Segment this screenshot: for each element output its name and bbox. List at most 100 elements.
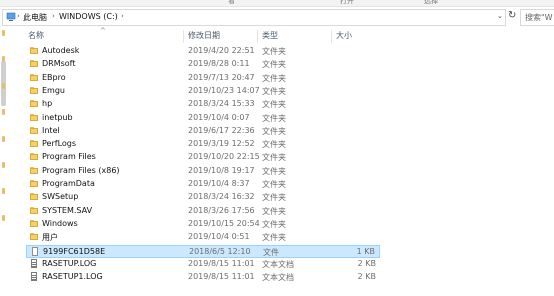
file-name: SYSTEM.SAV [42,205,93,215]
address-history-dropdown[interactable]: ⌄ [497,12,503,20]
address-bar[interactable]: › 此电脑 › WINDOWS (C:) › ⌄ [2,9,506,26]
list-item[interactable]: Emgu 2019/10/23 14:07 文件夹 [26,85,380,98]
file-type: 文件夹 [262,206,286,216]
ribbon-strip: 看 打开 选择 [0,0,554,7]
file-name: inetpub [42,112,73,122]
file-type: 文件夹 [262,113,286,123]
column-header-size[interactable]: 大小 [336,30,352,43]
list-item[interactable]: RASETUP1.LOG 2019/8/15 11:01 文本文档 2 KB [26,271,380,284]
folder-icon [30,180,38,187]
modified-date: 2019/3/19 12:52 [188,139,255,149]
ribbon-label[interactable]: 看 [228,0,235,6]
file-type: 文件夹 [262,86,286,96]
folder-icon [30,206,38,214]
list-item[interactable]: inetpub 2019/10/4 0:07 文件夹 [26,112,380,125]
file-size: 1 KB [356,246,375,256]
breadcrumb-drive-c[interactable]: WINDOWS (C:) [59,12,118,21]
nav-folder-icon[interactable] [2,162,5,168]
list-item[interactable]: Intel 2019/6/17 22:36 文件夹 [26,125,380,138]
folder-icon [30,86,38,94]
folder-icon [30,126,38,134]
file-type: 文件夹 [262,73,286,83]
modified-date: 2019/10/23 14:07 [188,85,260,95]
nav-folder-icon[interactable] [2,56,5,62]
nav-folder-icon[interactable] [2,188,5,194]
folder-icon [30,47,38,54]
ribbon-label[interactable]: 选择 [424,0,438,6]
list-item[interactable]: hp 2018/3/24 15:33 文件夹 [26,98,380,111]
list-item[interactable]: SYSTEM.SAV 2018/3/26 17:56 文件夹 [26,205,380,218]
file-name: EBpro [42,72,66,82]
file-name: Intel [42,125,60,135]
file-name: DRMsoft [42,59,76,69]
file-type: 文本文档 [262,259,294,269]
file-name: Emgu [42,85,65,95]
column-header-date[interactable]: 修改日期 [188,30,220,43]
list-item[interactable]: PerfLogs 2019/3/19 12:52 文件夹 [26,138,380,151]
file-type: 文件夹 [262,166,286,176]
chevron-right-icon[interactable]: › [121,12,124,20]
list-item[interactable]: Program Files 2019/10/20 22:15 文件夹 [26,151,380,164]
list-item[interactable]: Autodesk 2019/4/20 22:51 文件夹 [26,45,380,58]
list-item[interactable]: Program Files (x86) 2019/10/8 19:17 文件夹 [26,165,380,178]
folder-icon [30,193,38,201]
file-type: 文件夹 [262,180,286,189]
nav-folder-icon[interactable] [2,136,5,142]
file-type: 文件夹 [262,100,286,110]
file-type: 文件夹 [262,219,286,229]
file-name: PerfLogs [42,139,77,149]
nav-folder-icon[interactable] [2,109,5,115]
modified-date: 2019/10/4 8:37 [188,179,250,188]
file-name: 9199FC61D58E [43,246,106,256]
nav-folder-icon[interactable] [2,215,5,221]
list-item[interactable]: SWSetup 2018/3/24 16:32 文件夹 [26,191,380,204]
ribbon-label[interactable]: 打开 [340,0,354,6]
modified-date: 2019/10/4 0:51 [188,232,250,242]
column-divider[interactable] [183,30,184,43]
modified-date: 2019/6/17 22:36 [188,125,255,135]
chevron-right-icon[interactable]: › [52,12,55,20]
file-type: 文件夹 [262,153,286,163]
folder-icon [30,166,38,174]
list-item[interactable]: EBpro 2019/7/13 20:47 文件夹 [26,72,380,85]
folder-icon [30,100,38,108]
modified-date: 2019/8/15 11:01 [188,258,255,268]
file-name: Program Files (x86) [42,165,120,175]
file-type: 文件夹 [262,60,286,70]
nav-folder-icon[interactable] [2,83,5,89]
refresh-icon[interactable]: ↻ [508,11,516,21]
file-type: 文件夹 [262,47,286,56]
list-item[interactable]: 用户 2019/10/4 0:51 文件夹 [26,231,380,244]
folder-icon [30,233,38,241]
folder-icon [30,140,38,148]
list-item[interactable]: Windows 2019/10/15 20:54 文件夹 [26,218,380,231]
file-name: Windows [42,218,78,228]
file-type: 文件夹 [262,193,286,203]
modified-date: 2018/3/24 15:33 [188,99,255,109]
nav-folder-icon[interactable] [2,30,5,36]
file-name: Program Files [42,152,96,162]
chevron-right-icon[interactable]: › [17,12,20,20]
file-name: Autodesk [42,46,80,55]
file-type: 文件夹 [262,233,286,243]
file-name: SWSetup [42,192,79,202]
column-divider[interactable] [257,30,258,43]
search-placeholder: 搜索"W [525,13,553,22]
list-item[interactable]: RASETUP.LOG 2019/8/15 11:01 文本文档 2 KB [26,258,380,271]
list-item[interactable]: DRMsoft 2019/8/28 0:11 文件夹 [26,58,380,71]
text-document-icon [30,272,38,282]
modified-date: 2019/10/20 22:15 [188,152,260,162]
folder-icon [30,153,38,161]
file-name: 用户 [42,233,58,243]
search-input[interactable]: 搜索"W [520,9,554,26]
column-header-name[interactable]: 名称 [28,30,44,43]
column-divider[interactable] [331,30,332,43]
list-item[interactable]: ProgramData 2019/10/4 8:37 文件夹 [26,178,380,191]
list-item[interactable]: 9199FC61D58E 2018/6/5 12:10 文件 1 KB [26,244,380,258]
modified-date: 2018/3/24 16:32 [188,192,255,202]
modified-date: 2018/3/26 17:56 [188,205,255,215]
column-header-type[interactable]: 类型 [262,30,278,43]
modified-date: 2019/7/13 20:47 [188,72,255,82]
navigation-pane [0,27,10,296]
breadcrumb-this-pc[interactable]: 此电脑 [23,12,47,23]
